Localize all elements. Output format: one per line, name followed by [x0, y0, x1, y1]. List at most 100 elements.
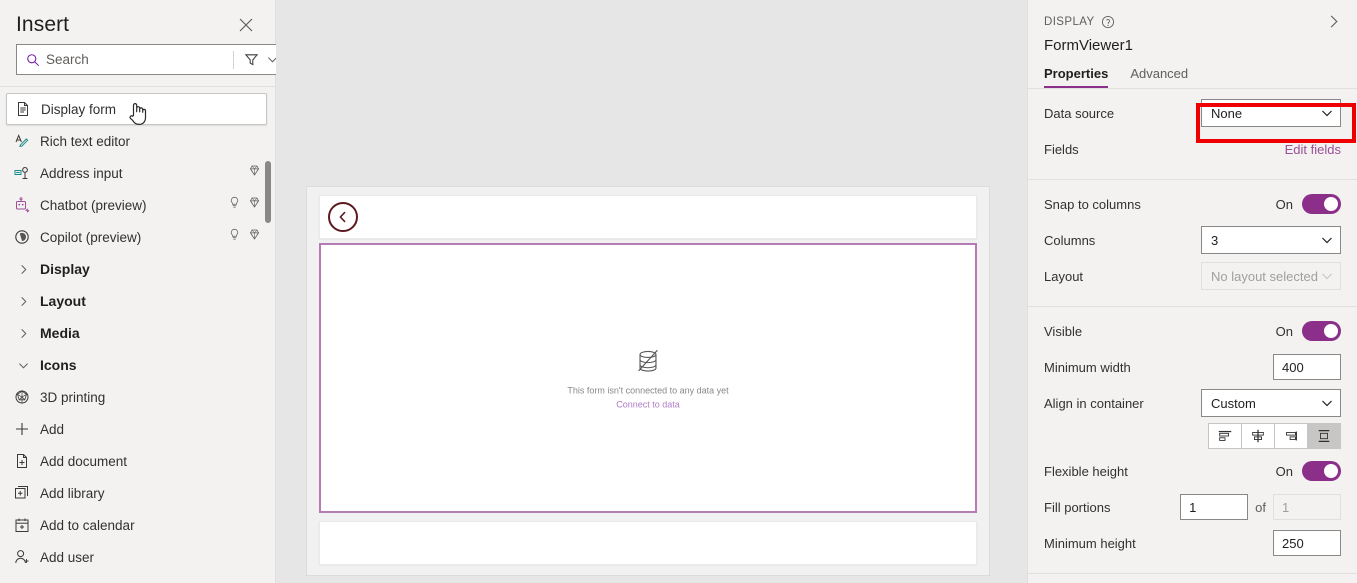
connect-to-data-link[interactable]: Connect to data	[616, 400, 680, 410]
data-source-dropdown[interactable]: None	[1201, 99, 1341, 127]
toggle-knob	[1324, 197, 1338, 211]
chevron-down-icon	[1321, 234, 1333, 246]
fill-portions-of-label: of	[1255, 499, 1266, 515]
fields-label: Fields	[1044, 141, 1079, 157]
premium-icon	[248, 228, 261, 246]
list-group-display[interactable]: Display	[0, 253, 275, 285]
row-snap-to-columns: Snap to columns On	[1044, 188, 1341, 220]
back-circle-icon[interactable]	[328, 202, 358, 232]
help-circle-icon[interactable]	[1101, 15, 1115, 29]
list-item-rich-text-editor[interactable]: Rich text editor	[0, 125, 275, 157]
list-item-add-to-calendar[interactable]: Add to calendar	[0, 509, 275, 541]
layout-value: No layout selected	[1211, 268, 1318, 284]
list-item-copilot-preview[interactable]: Copilot (preview)	[0, 221, 275, 253]
minimum-height-label: Minimum height	[1044, 535, 1136, 551]
align-bottom-icon[interactable]	[1274, 423, 1308, 449]
row-minimum-width: Minimum width 400	[1044, 351, 1341, 383]
properties-panel-header: DISPLAY FormViewer1	[1028, 0, 1357, 54]
filter-icon[interactable]	[244, 52, 259, 67]
add-calendar-icon	[14, 517, 40, 533]
list-item-label: Copilot (preview)	[40, 229, 142, 245]
list-item-label: 3D printing	[40, 389, 106, 405]
list-item-add-user[interactable]: Add user	[0, 541, 275, 573]
list-item-label: Add document	[40, 453, 128, 469]
scrollbar-thumb[interactable]	[265, 161, 271, 223]
chevron-down-icon	[14, 360, 40, 371]
fill-portions-label: Fill portions	[1044, 499, 1111, 515]
fill-portions-control: 1 of 1	[1180, 494, 1341, 520]
app-screen[interactable]: This form isn't connected to any data ye…	[306, 186, 990, 576]
list-item-add[interactable]: Add	[0, 413, 275, 445]
list-item-label: Address input	[40, 165, 123, 181]
edit-fields-link[interactable]: Edit fields	[1285, 142, 1341, 157]
list-group-icons[interactable]: Icons	[0, 349, 275, 381]
list-item-label: Add to calendar	[40, 517, 135, 533]
form-viewer-control[interactable]: This form isn't connected to any data ye…	[319, 243, 977, 513]
close-icon[interactable]	[233, 12, 259, 38]
columns-label: Columns	[1044, 232, 1096, 248]
columns-dropdown[interactable]: 3	[1201, 226, 1341, 254]
form-empty-message: This form isn't connected to any data ye…	[567, 385, 729, 396]
address-input-icon	[14, 165, 40, 181]
insert-list-scrollbar[interactable]	[265, 93, 271, 583]
toggle-knob	[1324, 464, 1338, 478]
fill-portions-input[interactable]: 1	[1180, 494, 1249, 520]
section-layout: Visible On Minimum width 400 Align in co…	[1028, 306, 1357, 573]
align-in-container-dropdown[interactable]: Custom	[1201, 389, 1341, 417]
row-fields: Fields Edit fields	[1044, 133, 1341, 165]
row-fill-portions: Fill portions 1 of 1	[1044, 491, 1341, 523]
collapse-panel-chevron-right-icon[interactable]	[1326, 14, 1341, 29]
minimum-width-input[interactable]: 400	[1273, 354, 1341, 380]
fill-portions-total: 1	[1273, 494, 1341, 520]
3d-printing-icon	[14, 389, 40, 405]
list-item-address-input[interactable]: Address input	[0, 157, 275, 189]
section-data: Data source None Fields Edit fields	[1028, 89, 1357, 179]
data-source-value: None	[1211, 105, 1243, 121]
list-item-add-library[interactable]: Add library	[0, 477, 275, 509]
flexible-height-toggle[interactable]	[1302, 461, 1341, 481]
visible-label: Visible	[1044, 323, 1083, 339]
insert-item-list: Display form Rich text editor Address in…	[0, 93, 275, 583]
snap-to-columns-label: Snap to columns	[1044, 196, 1141, 212]
properties-panel: DISPLAY FormViewer1 Properties Advanced …	[1027, 0, 1357, 583]
chevron-right-icon	[14, 264, 40, 275]
layout-dropdown[interactable]: No layout selected	[1201, 262, 1341, 290]
align-in-container-label: Align in container	[1044, 395, 1144, 411]
search-input[interactable]	[46, 52, 223, 67]
tab-advanced[interactable]: Advanced	[1130, 66, 1188, 88]
align-middle-icon[interactable]	[1241, 423, 1275, 449]
tab-properties[interactable]: Properties	[1044, 66, 1109, 88]
screen-header-container[interactable]	[319, 195, 977, 239]
list-item-badges	[228, 196, 261, 214]
align-top-icon[interactable]	[1208, 423, 1242, 449]
data-source-label: Data source	[1044, 105, 1115, 121]
row-align-in-container: Align in container Custom	[1044, 387, 1341, 419]
properties-tabs: Properties Advanced	[1028, 66, 1357, 88]
chevron-right-icon	[14, 296, 40, 307]
visible-toggle[interactable]	[1302, 321, 1341, 341]
list-group-label: Display	[40, 261, 90, 277]
data-source-control: None	[1201, 99, 1341, 127]
app-canvas: This form isn't connected to any data ye…	[276, 0, 1027, 583]
list-item-add-document[interactable]: Add document	[0, 445, 275, 477]
list-item-3d-printing[interactable]: 3D printing	[0, 381, 275, 413]
screen-footer-container[interactable]	[319, 521, 977, 565]
premium-icon	[248, 196, 261, 214]
search-box[interactable]	[16, 44, 285, 75]
search-divider	[233, 50, 234, 69]
align-in-container-value: Custom	[1211, 395, 1256, 411]
align-stretch-icon[interactable]	[1307, 423, 1341, 449]
list-item-label: Add	[40, 421, 65, 437]
list-item-display-form[interactable]: Display form	[6, 93, 267, 125]
section-color: Color	[1028, 573, 1357, 583]
list-item-chatbot-preview[interactable]: Chatbot (preview)	[0, 189, 275, 221]
minimum-height-input[interactable]: 250	[1273, 530, 1341, 556]
snap-to-columns-state: On	[1275, 196, 1293, 212]
list-group-layout[interactable]: Layout	[0, 285, 275, 317]
list-group-label: Media	[40, 325, 80, 341]
list-group-media[interactable]: Media	[0, 317, 275, 349]
form-empty-state: This form isn't connected to any data ye…	[321, 347, 975, 410]
row-layout: Layout No layout selected	[1044, 260, 1341, 292]
snap-to-columns-toggle[interactable]	[1302, 194, 1341, 214]
section-columns: Snap to columns On Columns 3 Layout No l…	[1028, 179, 1357, 306]
